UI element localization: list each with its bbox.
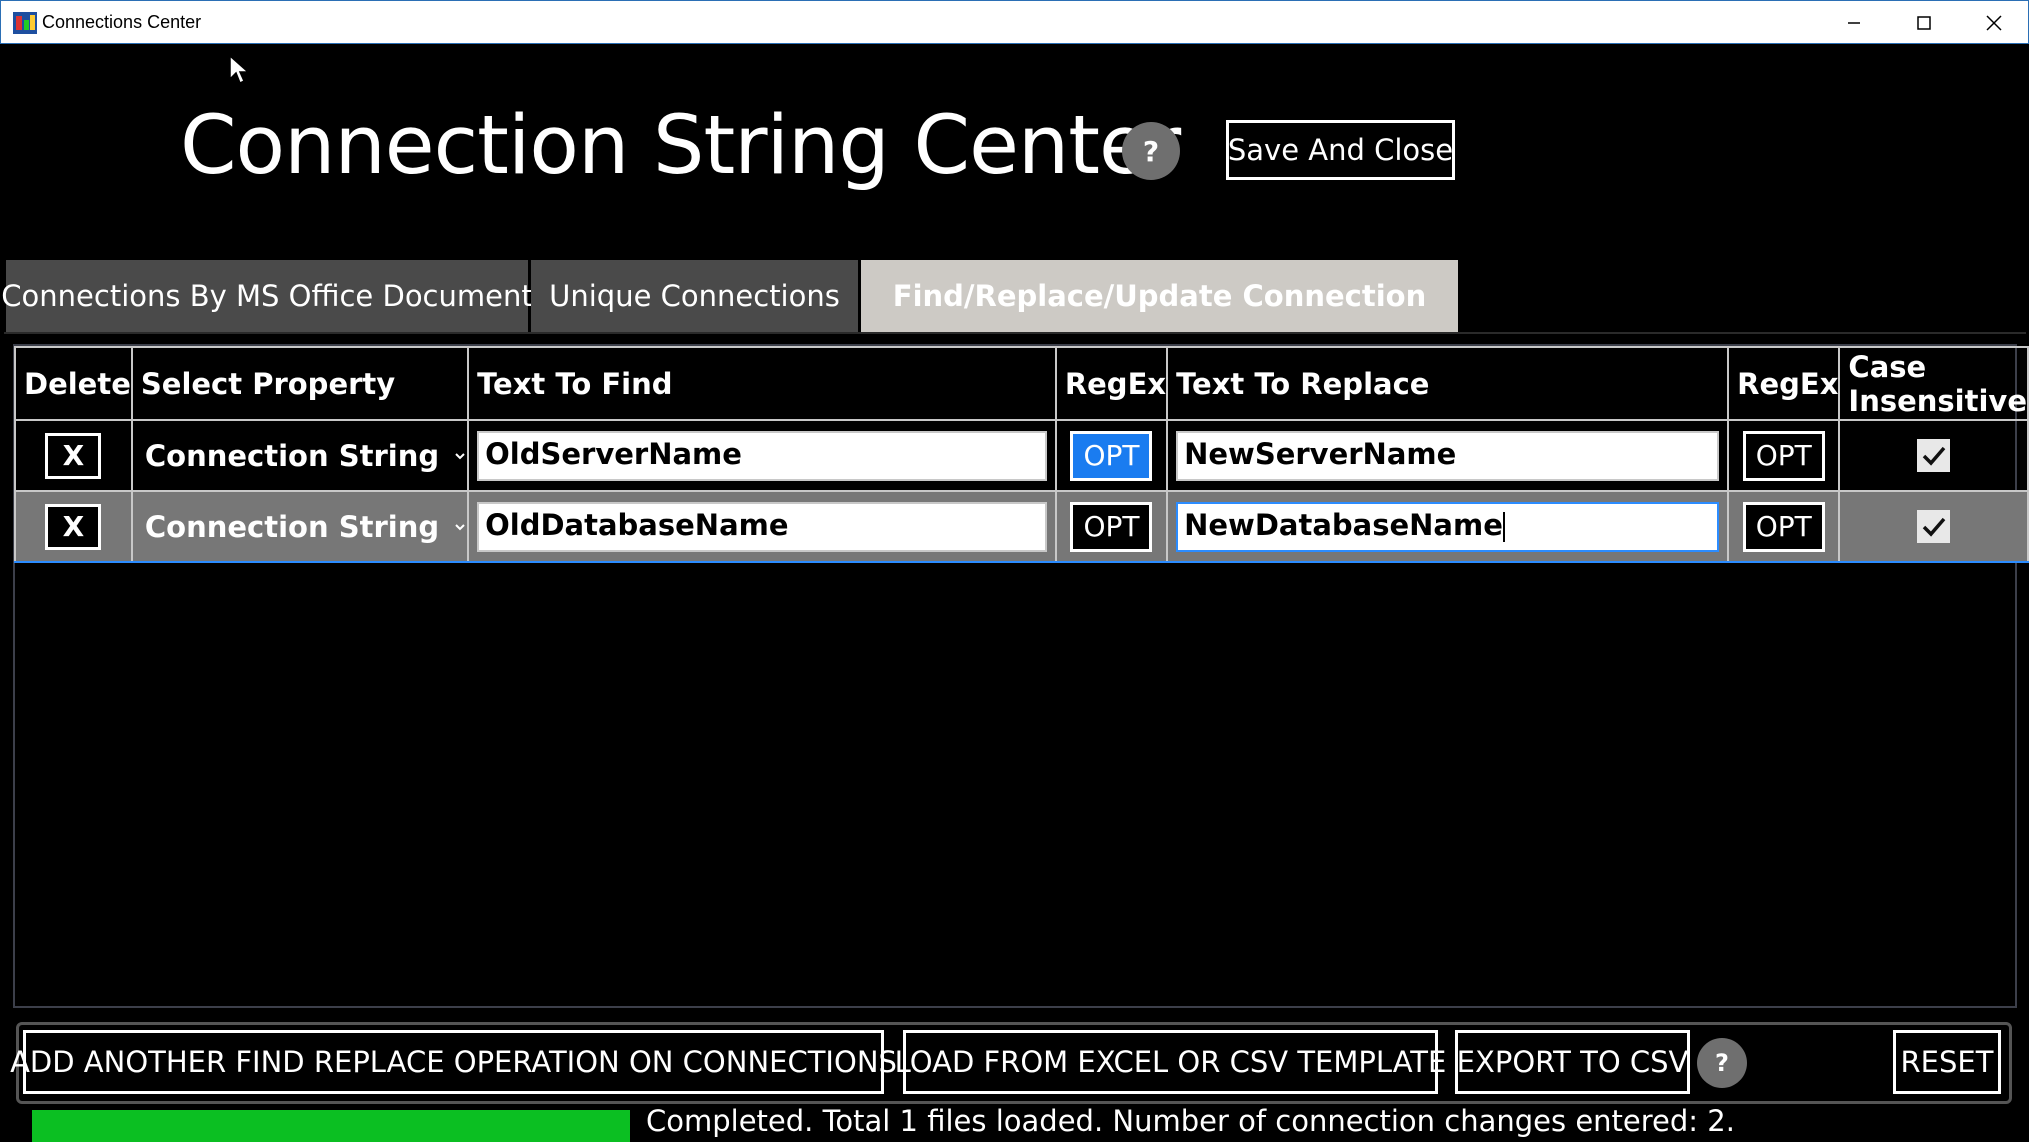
grid-header-row: Delete Select Property Text To Find RegE…	[14, 346, 2029, 421]
property-select-value: Connection String	[144, 438, 440, 473]
checkmark-icon	[1922, 446, 1946, 466]
load-template-button[interactable]: LOAD FROM EXCEL OR CSV TEMPLATE	[895, 1030, 1446, 1094]
minimize-button[interactable]	[1824, 7, 1884, 39]
save-and-close-button[interactable]: Save And Close	[1226, 120, 1455, 180]
text-caret	[1502, 511, 1505, 542]
regex-replace-opt-button[interactable]: OPT	[1742, 430, 1825, 481]
case-insensitive-checkbox[interactable]	[1917, 439, 1951, 472]
find-text-input[interactable]: OldDatabaseName	[477, 501, 1047, 552]
progress-bar	[32, 1110, 630, 1142]
tab-unique-connections[interactable]: Unique Connections	[531, 260, 858, 332]
close-icon	[1986, 15, 2002, 31]
regex-replace-cell: OPT	[1727, 490, 1841, 563]
status-text: Completed. Total 1 files loaded. Number …	[646, 1104, 1735, 1138]
property-select[interactable]: Connection String	[133, 510, 467, 544]
replace-text-value: NewDatabaseName	[1184, 507, 1503, 542]
column-header-find: Text To Find	[467, 346, 1057, 421]
regex-replace-opt-button[interactable]: OPT	[1742, 501, 1825, 552]
chevron-down-icon	[455, 452, 465, 459]
tab-divider	[4, 332, 2026, 334]
regex-find-cell: OPT	[1054, 419, 1169, 492]
replace-cell: NewDatabaseName	[1166, 490, 1730, 563]
find-cell: OldServerName	[467, 419, 1057, 492]
export-csv-button[interactable]: EXPORT TO CSV	[1455, 1030, 1690, 1094]
delete-cell: X	[14, 490, 133, 563]
page-title: Connection String Center	[180, 99, 1181, 193]
replace-text-input[interactable]: NewServerName	[1176, 430, 1720, 481]
maximize-icon	[1917, 16, 1931, 30]
header-help-button[interactable]: ?	[1122, 122, 1180, 180]
regex-find-opt-button[interactable]: OPT	[1070, 501, 1153, 552]
minimize-icon	[1848, 22, 1860, 24]
app-icon	[13, 12, 37, 34]
column-header-regex-replace: RegEx	[1727, 346, 1841, 421]
delete-row-button[interactable]: X	[45, 432, 102, 479]
property-select-value: Connection String	[144, 509, 440, 544]
find-text-input[interactable]: OldServerName	[477, 430, 1047, 481]
case-cell	[1838, 490, 2029, 563]
case-insensitive-checkbox[interactable]	[1917, 510, 1951, 543]
close-button[interactable]	[1964, 7, 2024, 39]
chevron-down-icon	[455, 523, 465, 530]
reset-button[interactable]: RESET	[1893, 1030, 2001, 1094]
window-titlebar: Connections Center	[0, 0, 2029, 44]
find-cell: OldDatabaseName	[467, 490, 1057, 563]
replace-cell: NewServerName	[1166, 419, 1730, 492]
footer-help-button[interactable]: ?	[1697, 1038, 1747, 1088]
column-header-delete: Delete	[14, 346, 133, 421]
property-cell: Connection String	[130, 490, 470, 563]
add-operation-button[interactable]: ADD ANOTHER FIND REPLACE OPERATION ON CO…	[10, 1030, 897, 1094]
replace-text-input[interactable]: NewDatabaseName	[1176, 501, 1720, 552]
column-header-property: Select Property	[130, 346, 470, 421]
table-row: X Connection String OldDatabaseName OPT …	[14, 490, 2029, 563]
case-cell	[1838, 419, 2029, 492]
regex-find-opt-button[interactable]: OPT	[1070, 430, 1153, 481]
tab-find-replace[interactable]: Find/Replace/Update Connection	[861, 260, 1458, 332]
delete-row-button[interactable]: X	[45, 503, 102, 550]
regex-replace-cell: OPT	[1727, 419, 1841, 492]
tab-connections-by-document[interactable]: Connections By MS Office Document	[1, 260, 533, 332]
property-select[interactable]: Connection String	[133, 439, 467, 473]
column-header-replace: Text To Replace	[1166, 346, 1730, 421]
maximize-button[interactable]	[1894, 7, 1954, 39]
window-title: Connections Center	[42, 12, 202, 32]
table-row: X Connection String OldServerName OPT Ne…	[14, 419, 2029, 492]
operations-grid: Delete Select Property Text To Find RegE…	[14, 346, 2029, 563]
mouse-cursor-icon	[229, 55, 249, 85]
regex-find-cell: OPT	[1054, 490, 1169, 563]
delete-cell: X	[14, 419, 133, 492]
checkmark-icon	[1922, 517, 1946, 537]
property-cell: Connection String	[130, 419, 470, 492]
column-header-case-insensitive: Case Insensitive	[1838, 346, 2029, 421]
column-header-regex-find: RegEx	[1054, 346, 1169, 421]
